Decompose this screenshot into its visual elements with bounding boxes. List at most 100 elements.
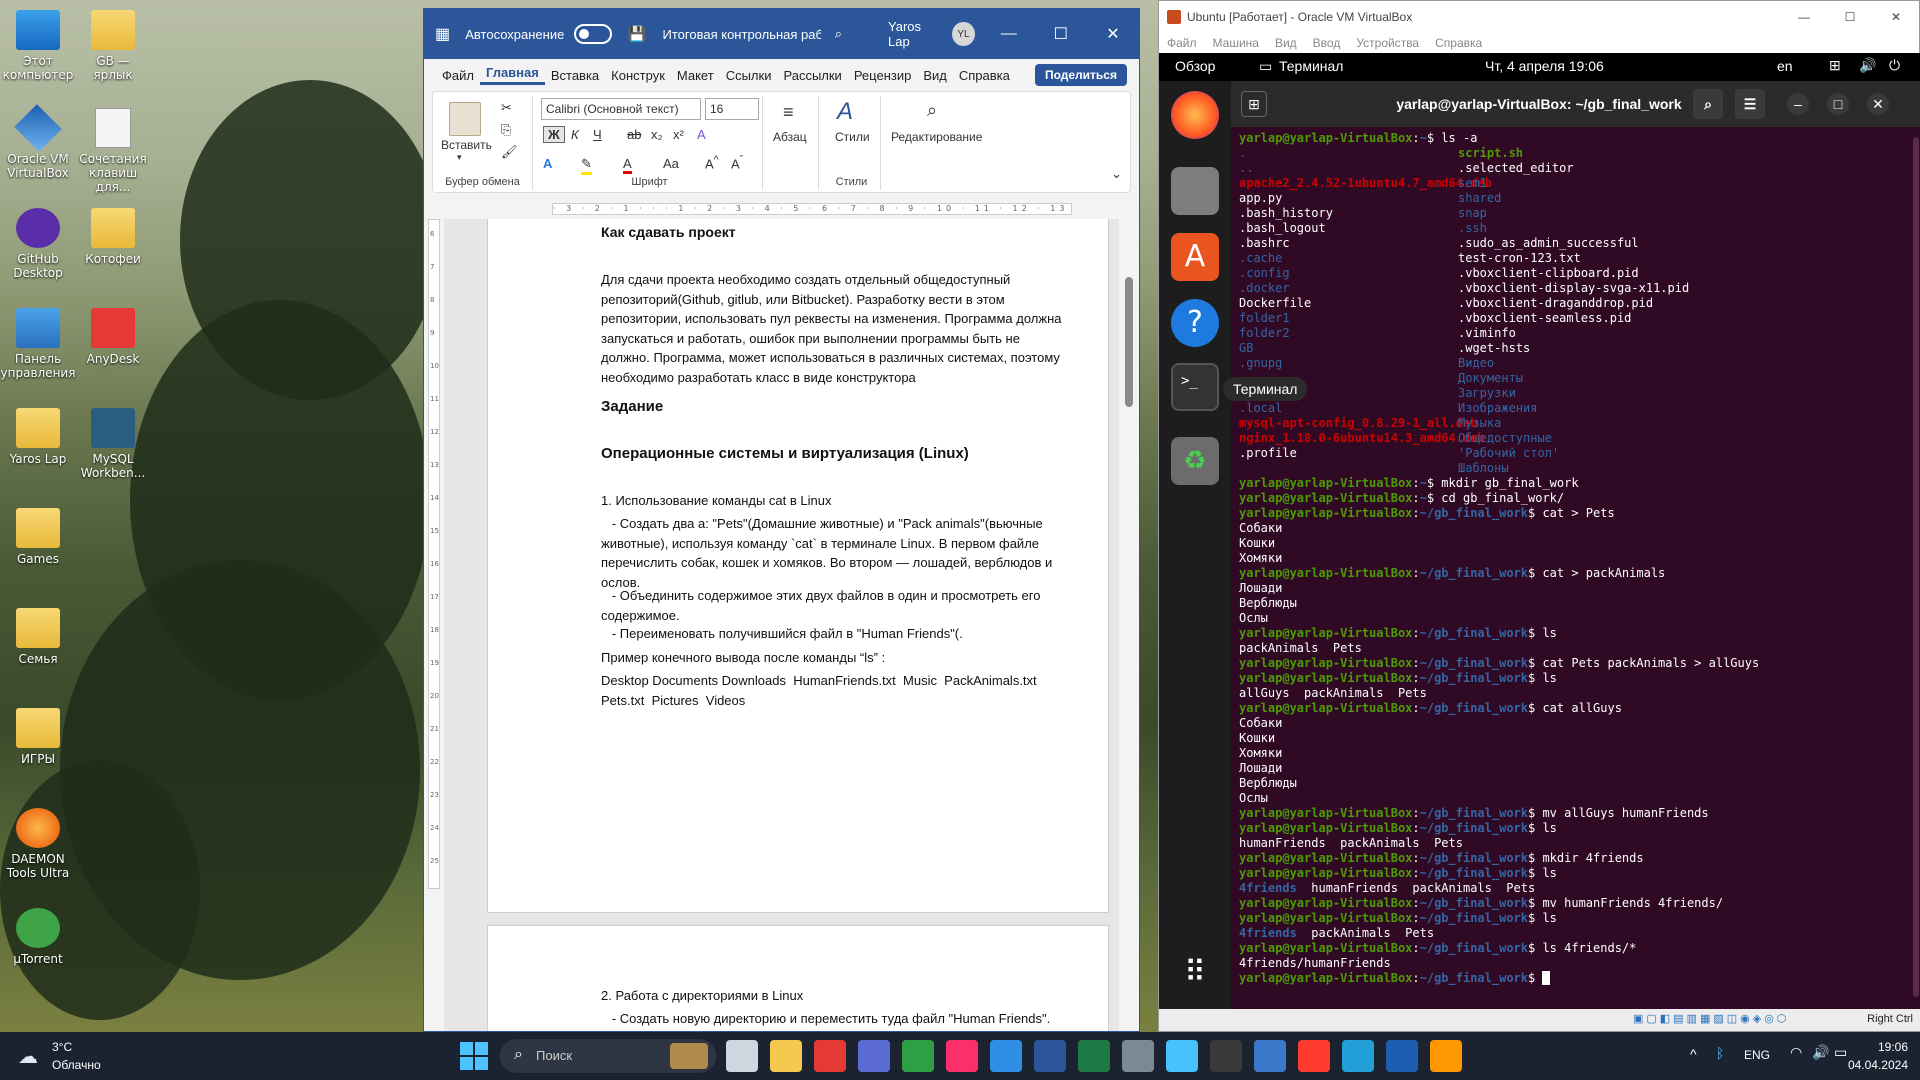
terminal-minimize-icon[interactable]: – bbox=[1787, 93, 1809, 115]
underline-button[interactable]: Ч bbox=[593, 127, 602, 142]
change-case-icon[interactable]: Aa bbox=[663, 156, 679, 171]
horizontal-ruler[interactable]: · 3 · 2 · 1 · · · 1 · 2 · 3 · 4 · 5 · 6 … bbox=[424, 199, 1139, 219]
firefox-icon[interactable] bbox=[1171, 91, 1219, 139]
new-tab-icon[interactable]: ⊞ bbox=[1241, 91, 1267, 117]
terminal-search-icon[interactable]: ⌕ bbox=[1693, 89, 1723, 119]
vscode-icon[interactable] bbox=[990, 1040, 1022, 1072]
volume-icon[interactable]: 🔊 bbox=[1859, 57, 1876, 74]
desktop-icon[interactable]: ИГРЫ bbox=[0, 708, 76, 766]
styles-group[interactable]: A Стили Стили bbox=[823, 96, 881, 190]
notepad-icon[interactable] bbox=[1166, 1040, 1198, 1072]
document-area[interactable]: Как сдавать проект Для сдачи проекта нео… bbox=[444, 219, 1121, 1031]
weather-temp[interactable]: 3°C bbox=[52, 1040, 72, 1054]
vbox-menu-3[interactable]: Ввод bbox=[1313, 36, 1341, 50]
font-size-select[interactable]: 16 bbox=[705, 98, 759, 120]
wifi-icon[interactable]: ◠ bbox=[1790, 1044, 1802, 1061]
tab-6[interactable]: Рассылки bbox=[777, 68, 847, 83]
italic-button[interactable]: К bbox=[571, 127, 579, 142]
tab-9[interactable]: Справка bbox=[953, 68, 1016, 83]
desktop-icon[interactable]: Сочетания клавиш для... bbox=[75, 108, 151, 194]
bold-button[interactable]: Ж bbox=[543, 126, 565, 143]
minimize-icon[interactable]: — bbox=[983, 25, 1035, 43]
shrink-font-icon[interactable]: Aˇ bbox=[731, 154, 743, 171]
vbox-menu-4[interactable]: Устройства bbox=[1356, 36, 1419, 50]
desktop-icon[interactable]: Этот компьютер bbox=[0, 10, 76, 82]
search-icon[interactable]: ⌕ bbox=[835, 26, 842, 42]
excel-icon[interactable] bbox=[1078, 1040, 1110, 1072]
powershell-icon[interactable] bbox=[1254, 1040, 1286, 1072]
collapse-ribbon-icon[interactable]: ⌄ bbox=[1111, 166, 1122, 182]
word-window[interactable]: ▦ Автосохранение 💾 Итоговая контрольная … bbox=[423, 8, 1140, 1032]
desktop-icon[interactable]: Семья bbox=[0, 608, 76, 666]
vbox-menu-0[interactable]: Файл bbox=[1167, 36, 1197, 50]
volume-icon[interactable]: 🔊 bbox=[1812, 1044, 1829, 1061]
word-app-icon[interactable]: ▦ bbox=[424, 24, 461, 44]
tab-2[interactable]: Вставка bbox=[545, 68, 605, 83]
autosave-toggle[interactable] bbox=[574, 24, 612, 44]
user-name[interactable]: Yaros Lap bbox=[888, 19, 942, 49]
desktop-icon[interactable]: µTorrent bbox=[0, 908, 76, 966]
vertical-scrollbar[interactable] bbox=[1119, 219, 1139, 1031]
terminal-close-icon[interactable]: ✕ bbox=[1867, 93, 1889, 115]
desktop-icon[interactable]: MySQL Workben... bbox=[75, 408, 151, 480]
desktop-icon[interactable]: GB — ярлык bbox=[75, 10, 151, 82]
search-box[interactable]: ⌕ Поиск bbox=[500, 1039, 716, 1073]
vbox-menu-1[interactable]: Машина bbox=[1213, 36, 1259, 50]
trash-icon[interactable]: ♻ bbox=[1171, 437, 1219, 485]
maximize-icon[interactable]: ☐ bbox=[1035, 24, 1087, 44]
vbox-minimize-icon[interactable]: — bbox=[1781, 10, 1827, 24]
doc-title[interactable]: Итоговая контрольная раб... bbox=[663, 27, 821, 42]
paragraph-group[interactable]: ≡ Абзац bbox=[767, 96, 819, 190]
tab-8[interactable]: Вид bbox=[917, 68, 953, 83]
vbox-close-icon[interactable]: ✕ bbox=[1873, 10, 1919, 24]
clock-date[interactable]: 04.04.2024 bbox=[1840, 1058, 1908, 1072]
desktop-icon[interactable]: Yaros Lap bbox=[0, 408, 76, 466]
file-explorer-icon[interactable] bbox=[770, 1040, 802, 1072]
vbox-maximize-icon[interactable]: ☐ bbox=[1827, 10, 1873, 24]
terminal-icon[interactable] bbox=[1210, 1040, 1242, 1072]
yandex-browser-icon[interactable] bbox=[814, 1040, 846, 1072]
text-effects-icon[interactable]: A bbox=[543, 156, 552, 171]
paragraph-button[interactable]: Абзац bbox=[773, 130, 807, 144]
sublime-icon[interactable] bbox=[1430, 1040, 1462, 1072]
tab-4[interactable]: Макет bbox=[671, 68, 720, 83]
bluetooth-icon[interactable]: ᛒ bbox=[1716, 1045, 1724, 1061]
weather-desc[interactable]: Облачно bbox=[52, 1058, 101, 1072]
tab-3[interactable]: Конструк bbox=[605, 68, 671, 83]
tab-0[interactable]: Файл bbox=[436, 68, 480, 83]
task-view-icon[interactable] bbox=[726, 1040, 758, 1072]
terminal-window[interactable]: ⊞ yarlap@yarlap-VirtualBox: ~/gb_final_w… bbox=[1231, 81, 1920, 1011]
copy-icon[interactable]: ⎘ bbox=[501, 122, 511, 138]
tab-7[interactable]: Рецензир bbox=[848, 68, 918, 83]
virtualbox-taskbar-icon[interactable] bbox=[1386, 1040, 1418, 1072]
start-button[interactable] bbox=[460, 1042, 488, 1070]
highlight-icon[interactable]: ✎ bbox=[581, 156, 592, 175]
superscript-button[interactable]: x² bbox=[673, 127, 684, 142]
paste-button[interactable]: Вставить bbox=[441, 138, 492, 152]
desktop-icon[interactable]: GitHub Desktop bbox=[0, 208, 76, 280]
desktop-icon[interactable]: DAEMON Tools Ultra bbox=[0, 808, 76, 880]
terminal-scrollbar[interactable] bbox=[1913, 137, 1919, 997]
desktop-icon[interactable]: Games bbox=[0, 508, 76, 566]
terminal-maximize-icon[interactable]: □ bbox=[1827, 93, 1849, 115]
avatar[interactable]: YL bbox=[952, 22, 975, 46]
clock-time[interactable]: 19:06 bbox=[1862, 1040, 1908, 1054]
keyboard-layout[interactable]: en bbox=[1777, 58, 1793, 74]
active-app-menu[interactable]: Терминал bbox=[1279, 58, 1343, 74]
terminal-output[interactable]: yarlap@yarlap-VirtualBox:~$ ls -a. script… bbox=[1231, 127, 1920, 990]
font-color-icon[interactable]: A bbox=[623, 156, 632, 174]
desktop-icon[interactable]: Oracle VM VirtualBox bbox=[0, 104, 76, 180]
overview-button[interactable]: Обзор bbox=[1175, 58, 1215, 74]
clear-format-icon[interactable]: A bbox=[697, 127, 706, 142]
weather-icon[interactable]: ☁ bbox=[18, 1044, 38, 1069]
strikethrough-button[interactable]: ab bbox=[627, 127, 641, 142]
desktop-icon[interactable]: AnyDesk bbox=[75, 308, 151, 366]
cut-icon[interactable]: ✂ bbox=[501, 100, 512, 116]
styles-button[interactable]: Стили bbox=[835, 130, 870, 144]
page-1[interactable]: Как сдавать проект Для сдачи проекта нео… bbox=[487, 219, 1109, 913]
tab-5[interactable]: Ссылки bbox=[720, 68, 778, 83]
paste-dropdown-icon[interactable]: ▾ bbox=[457, 152, 462, 163]
app-center-icon[interactable]: A bbox=[1171, 233, 1219, 281]
word-icon[interactable] bbox=[1034, 1040, 1066, 1072]
yandex-icon[interactable] bbox=[1298, 1040, 1330, 1072]
